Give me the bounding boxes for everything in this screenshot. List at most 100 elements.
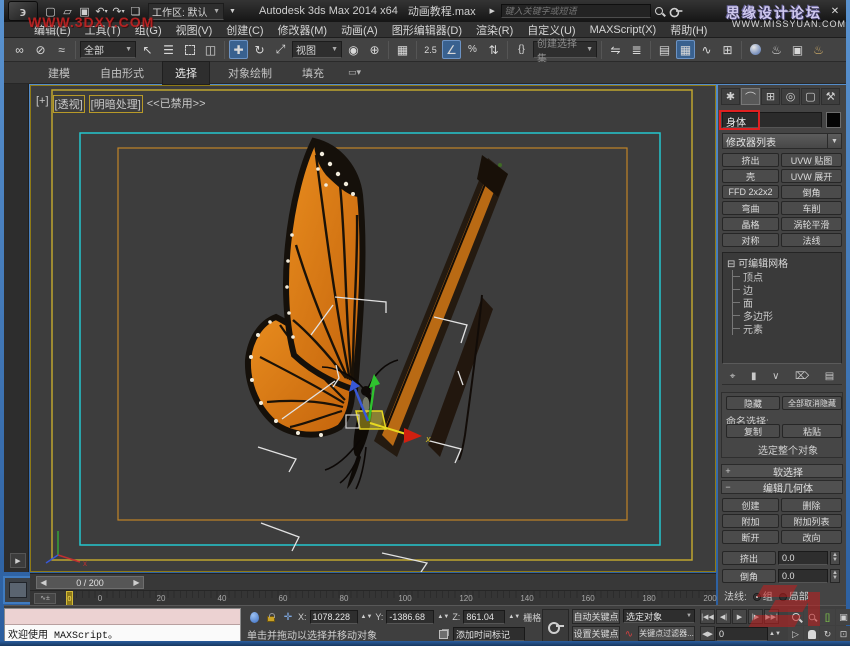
configure-modifier-sets-icon[interactable]: ▤ xyxy=(825,371,834,382)
current-frame-field[interactable]: 0 xyxy=(716,626,768,641)
material-editor-icon[interactable] xyxy=(746,40,765,59)
selection-filter-dropdown[interactable]: 全部 ▼ xyxy=(80,41,136,58)
select-rotate-icon[interactable]: ↻ xyxy=(250,40,269,59)
normal-group-radio[interactable]: 组 xyxy=(752,588,773,603)
mod-lattice-button[interactable]: 晶格 xyxy=(722,217,779,231)
pan-hand-icon[interactable] xyxy=(804,626,819,642)
go-to-start-button[interactable]: |◀◀ xyxy=(700,609,715,624)
butterfly-model[interactable] xyxy=(244,137,508,490)
x-coordinate-field[interactable]: 1078.228 xyxy=(309,610,358,624)
workspace-dropdown[interactable]: 工作区: 默认 ▼ xyxy=(148,2,224,20)
menu-create[interactable]: 创建(C) xyxy=(226,22,263,38)
menu-views[interactable]: 视图(V) xyxy=(176,22,213,38)
z-spinner[interactable]: ▲▼ xyxy=(508,614,520,620)
previous-frame-button[interactable]: ◀| xyxy=(716,609,731,624)
reference-coordsys-dropdown[interactable]: 视图 ▼ xyxy=(292,41,342,58)
x-spinner[interactable]: ▲▼ xyxy=(361,614,373,620)
curve-editor-icon[interactable]: ∿ xyxy=(697,40,716,59)
select-move-icon[interactable]: ✚ xyxy=(229,40,248,59)
gizmo-y-arrowhead[interactable] xyxy=(369,374,380,388)
copy-button[interactable]: 复制 xyxy=(726,424,780,438)
mod-uvw-map-button[interactable]: UVW 贴图 xyxy=(781,153,842,167)
search-icon[interactable] xyxy=(651,3,668,19)
ribbon-tab-object-paint[interactable]: 对象绘制 xyxy=(216,62,284,84)
named-selection-sets-dropdown[interactable]: 创建选择集 ▼ xyxy=(533,39,597,65)
prev-frame-arrow[interactable]: ◀ xyxy=(37,578,50,587)
gizmo-x-arrowhead[interactable] xyxy=(404,428,422,443)
isolate-selection-icon[interactable] xyxy=(436,627,450,641)
percent-snap-icon[interactable]: % xyxy=(463,40,482,59)
modifier-list-dropdown[interactable]: 修改器列表 ▼ xyxy=(722,133,842,149)
mod-symmetry-button[interactable]: 对称 xyxy=(722,233,779,247)
ribbon-tab-modeling[interactable]: 建模 xyxy=(36,62,82,84)
select-and-link-icon[interactable]: ∞ xyxy=(10,40,29,59)
viewport-menu-shading[interactable]: [明暗处理] xyxy=(88,95,143,113)
mod-normal-button[interactable]: 法线 xyxy=(781,233,842,247)
unhide-all-button[interactable]: 全部取消隐藏 xyxy=(782,396,842,410)
rendered-frame-icon[interactable]: ▣ xyxy=(788,40,807,59)
mod-extrude-button[interactable]: 挤出 xyxy=(722,153,779,167)
transform-typein-icon[interactable]: ✛ xyxy=(281,610,295,624)
set-key-button[interactable]: 设置关键点 xyxy=(572,626,620,641)
extrude-spinner[interactable]: ▲ ▼ xyxy=(830,551,840,565)
schematic-view-icon[interactable]: ⊞ xyxy=(718,40,737,59)
attach-button[interactable]: 附加 xyxy=(722,514,779,528)
create-tab-icon[interactable]: ✱ xyxy=(721,88,740,105)
mod-bevel-button[interactable]: 倒角 xyxy=(781,185,842,199)
menu-rendering[interactable]: 渲染(R) xyxy=(476,22,513,38)
workspace-flyout-icon[interactable]: ▼ xyxy=(224,3,241,19)
menu-animation[interactable]: 动画(A) xyxy=(341,22,378,38)
layout-flyout-button[interactable]: ▶ xyxy=(10,553,26,568)
frame-spinner[interactable]: ▲▼ xyxy=(769,631,781,637)
listener-macro-row[interactable] xyxy=(5,609,240,625)
next-frame-button[interactable]: |▶ xyxy=(748,609,763,624)
bevel-button[interactable]: 倒角 xyxy=(722,569,776,583)
window-crossing-icon[interactable]: ◫ xyxy=(201,40,220,59)
key-mode-toggle[interactable]: ◀▶ xyxy=(700,626,715,641)
mod-shell-button[interactable]: 壳 xyxy=(722,169,779,183)
go-to-end-button[interactable]: ▶▶| xyxy=(764,609,779,624)
create-button[interactable]: 创建 xyxy=(722,498,779,512)
bevel-value-field[interactable]: 0.0 xyxy=(778,569,828,583)
remove-modifier-icon[interactable]: ⌦ xyxy=(795,371,809,382)
set-keys-button[interactable] xyxy=(542,609,569,642)
select-object-icon[interactable]: ↖ xyxy=(138,40,157,59)
zoom-icon[interactable] xyxy=(788,609,803,625)
orbit-icon[interactable]: ↻ xyxy=(820,626,835,642)
ribbon-tab-populate[interactable]: 填充 xyxy=(290,62,336,84)
stack-root-row[interactable]: ⊟ 可编辑网格 xyxy=(727,255,841,270)
play-button[interactable]: ▶ xyxy=(732,609,747,624)
bind-spacewarp-icon[interactable]: ≈ xyxy=(52,40,71,59)
render-production-icon[interactable]: ♨ xyxy=(809,40,828,59)
use-pivot-center-icon[interactable]: ◉ xyxy=(344,40,363,59)
edit-named-sets-icon[interactable]: {} xyxy=(512,40,531,59)
rect-selection-region-icon[interactable] xyxy=(180,40,199,59)
viewport-menu-general[interactable]: [+] xyxy=(36,95,49,113)
soft-selection-rollout[interactable]: + 软选择 xyxy=(721,464,843,479)
ribbon-tab-selection[interactable]: 选择 xyxy=(162,60,210,85)
add-time-tag[interactable]: 添加时间标记 xyxy=(453,627,525,641)
default-tangent-icon[interactable]: ∿ xyxy=(622,627,636,641)
render-setup-icon[interactable]: ♨ xyxy=(767,40,786,59)
angle-snap-icon[interactable]: ∠ xyxy=(442,40,461,59)
show-end-result-icon[interactable]: ▮ xyxy=(751,371,757,382)
mod-bend-button[interactable]: 弯曲 xyxy=(722,201,779,215)
layer-manager-icon[interactable]: ▤ xyxy=(655,40,674,59)
delete-button[interactable]: 删除 xyxy=(781,498,842,512)
utilities-tab-icon[interactable]: ⚒ xyxy=(821,88,840,105)
y-coordinate-field[interactable]: -1386.68 xyxy=(386,610,435,624)
mod-unwrap-uvw-button[interactable]: UVW 展开 xyxy=(781,169,842,183)
y-spinner[interactable]: ▲▼ xyxy=(437,614,449,620)
field-of-view-icon[interactable]: ▷ xyxy=(788,626,803,642)
scene-explorer-icon[interactable]: ▦ xyxy=(676,40,695,59)
z-coordinate-field[interactable]: 861.04 xyxy=(463,610,506,624)
extrude-button[interactable]: 挤出 xyxy=(722,551,776,565)
close-button[interactable]: ✕ xyxy=(824,6,846,17)
modifier-stack[interactable]: ⊟ 可编辑网格 顶点 边 面 多边形 元素 xyxy=(722,252,842,364)
menu-graph-editors[interactable]: 图形编辑器(D) xyxy=(392,22,462,38)
time-slider-handle[interactable]: ◀ 0 / 200 ▶ xyxy=(36,576,144,589)
ribbon-minimize-icon[interactable]: ▭▾ xyxy=(348,67,361,78)
menu-modifiers[interactable]: 修改器(M) xyxy=(278,22,328,38)
track-bar[interactable]: ∿± 0 0 20 40 60 80 100 120 140 160 180 2… xyxy=(30,590,717,606)
snaps-toggle-icon[interactable]: 2.5 xyxy=(421,40,440,59)
